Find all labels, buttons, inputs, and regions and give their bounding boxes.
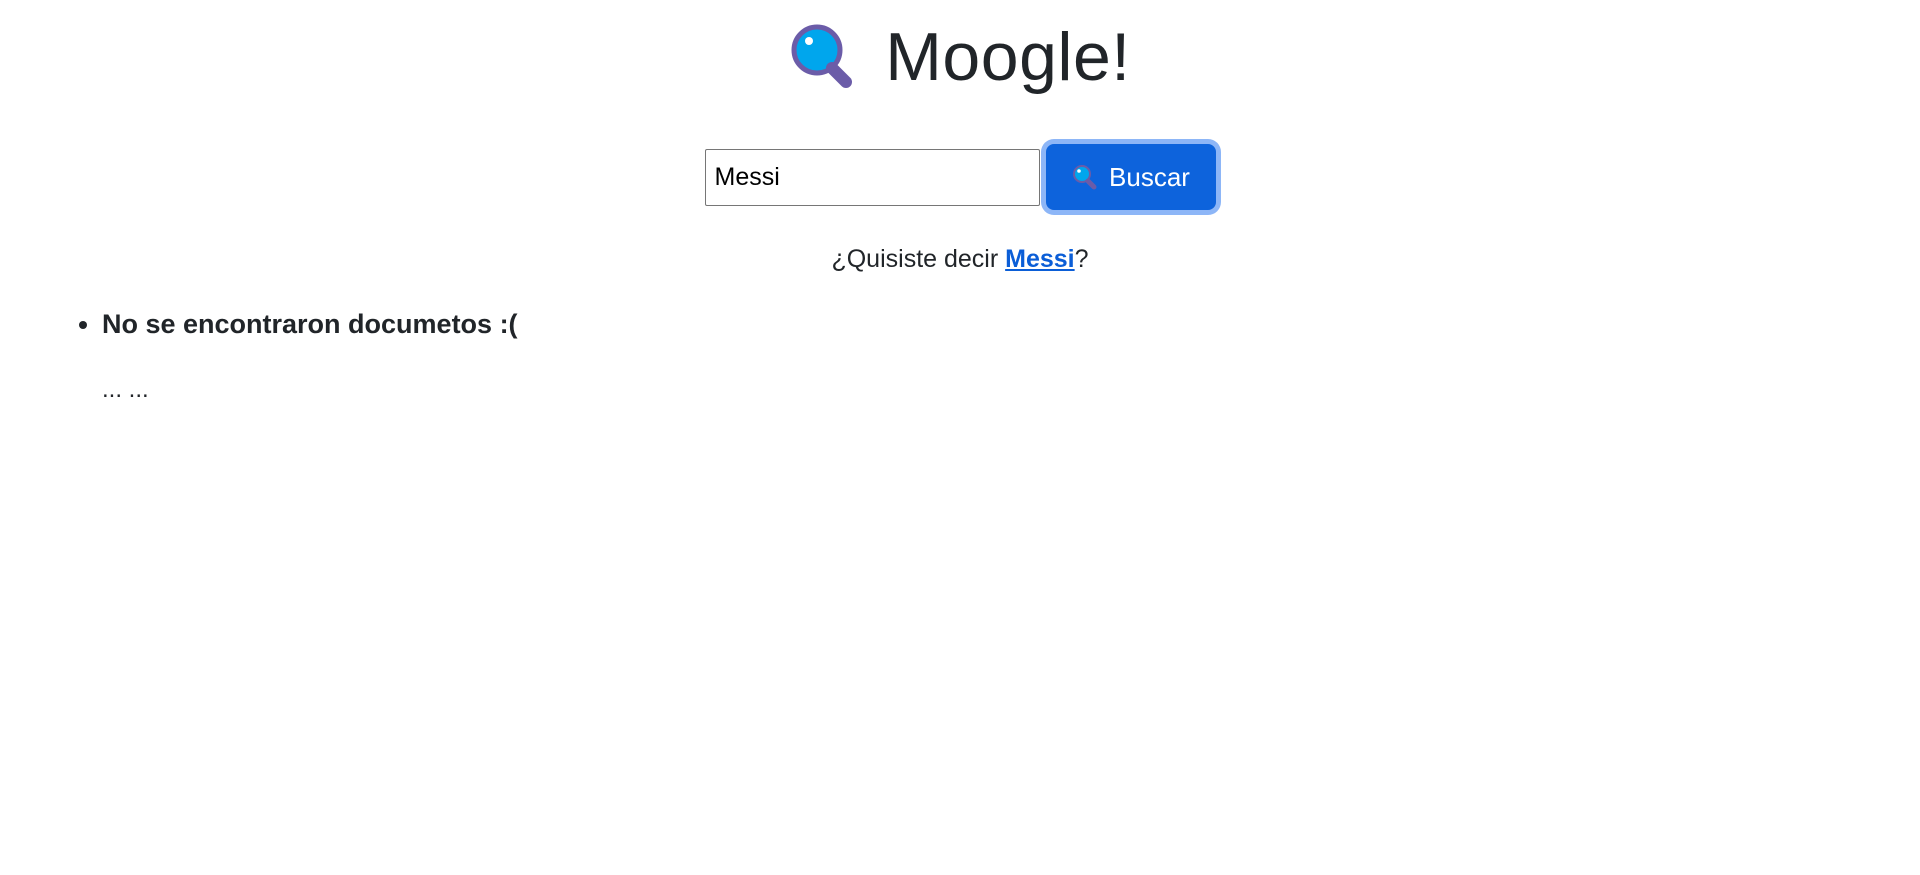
search-button-label: Buscar <box>1109 161 1190 192</box>
list-item: No se encontraron documetos :( ... ... <box>102 307 518 405</box>
result-snippet: ... ... <box>102 376 149 403</box>
result-title: No se encontraron documetos :( <box>102 309 518 339</box>
magnifying-glass-icon <box>1073 165 1097 190</box>
search-page: Moogle! Buscar ¿Quisiste decir Messi? No… <box>0 0 1920 875</box>
page-title: Moogle! <box>885 19 1131 95</box>
suggestion-prefix: ¿Quisiste decir <box>831 245 1006 273</box>
search-form: Buscar <box>0 144 1920 210</box>
results-list: No se encontraron documetos :( ... ... <box>0 307 518 405</box>
suggestion-suffix: ? <box>1074 245 1089 273</box>
app-header: Moogle! <box>0 16 1920 98</box>
spelling-suggestion: ¿Quisiste decir Messi? <box>0 244 1920 274</box>
magnifying-glass-icon <box>791 24 853 88</box>
search-button[interactable]: Buscar <box>1045 144 1216 210</box>
suggestion-link[interactable]: Messi <box>1005 245 1074 273</box>
search-input[interactable] <box>704 148 1040 206</box>
